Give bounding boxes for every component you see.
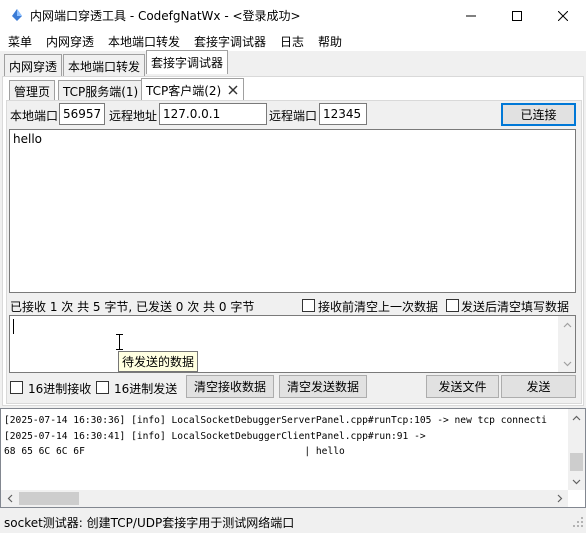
hex-receive-label: 16进制接收 xyxy=(28,382,92,396)
title-bar: 内网端口穿透工具 - CodefgNatWx - <登录成功> xyxy=(0,0,586,31)
close-icon xyxy=(558,10,568,21)
tab-manage[interactable]: 管理页 xyxy=(9,80,56,100)
maximize-button[interactable] xyxy=(494,0,540,31)
send-textarea[interactable] xyxy=(9,315,576,373)
clear-send-button[interactable]: 清空发送数据 xyxy=(279,375,367,398)
status-bar: socket测试器: 创建TCP/UDP套接字用于测试网络端口 xyxy=(0,511,586,533)
menu-item-menu[interactable]: 菜单 xyxy=(8,33,32,50)
tab-port-forward[interactable]: 本地端口转发 xyxy=(63,54,146,76)
close-button[interactable] xyxy=(540,0,586,31)
hex-receive-checkbox[interactable] xyxy=(10,381,23,394)
window-title: 内网端口穿透工具 - CodefgNatWx - <登录成功> xyxy=(30,9,301,23)
local-port-label: 本地端口 xyxy=(10,109,59,123)
status-text: socket测试器: 创建TCP/UDP套接字用于测试网络端口 xyxy=(4,516,295,530)
remote-address-label: 远程地址 xyxy=(109,109,158,123)
maximize-icon xyxy=(512,10,522,21)
hex-send-label: 16进制发送 xyxy=(114,382,178,396)
tab-intranet[interactable]: 内网穿透 xyxy=(4,54,63,76)
menu-item-socket-debugger[interactable]: 套接字调试器 xyxy=(194,33,266,50)
remote-port-field[interactable]: 12345 xyxy=(319,103,367,125)
local-port-field[interactable]: 56957 xyxy=(59,103,105,125)
clear-after-send-label: 发送后清空填写数据 xyxy=(461,300,570,314)
connect-button[interactable]: 已连接 xyxy=(501,103,576,126)
send-tooltip: 待发送的数据 xyxy=(118,351,199,372)
scroll-up-icon[interactable] xyxy=(559,316,576,333)
app-icon xyxy=(10,8,24,22)
close-tab-icon[interactable] xyxy=(228,84,238,98)
tab-tcp-client-label: TCP客户端(2) xyxy=(146,84,222,98)
scroll-up-icon[interactable] xyxy=(568,409,585,426)
resize-grip-icon[interactable] xyxy=(572,516,584,531)
menu-item-help[interactable]: 帮助 xyxy=(318,33,342,50)
receive-textarea[interactable]: hello xyxy=(9,129,576,293)
scroll-right-icon[interactable] xyxy=(551,490,568,507)
hex-send-checkbox[interactable] xyxy=(96,381,109,394)
menu-item-port-forward[interactable]: 本地端口转发 xyxy=(108,33,180,50)
log-vertical-scrollbar[interactable] xyxy=(568,409,585,490)
log-panel[interactable]: [2025-07-14 16:30:36] [info] LocalSocket… xyxy=(0,408,586,508)
log-line: 68 65 6C 6C 6F | hello xyxy=(4,446,345,457)
scroll-thumb[interactable] xyxy=(19,492,79,505)
clear-after-send-checkbox[interactable] xyxy=(446,299,459,312)
remote-address-field[interactable]: 127.0.0.1 xyxy=(159,103,267,125)
send-button[interactable]: 发送 xyxy=(501,375,576,398)
receive-content: hello xyxy=(13,132,42,146)
main-tab-bar: 内网穿透 本地端口转发 套接字调试器 xyxy=(0,50,586,76)
scroll-down-icon[interactable] xyxy=(559,355,576,372)
scroll-thumb[interactable] xyxy=(570,453,583,471)
menu-item-intranet[interactable]: 内网穿透 xyxy=(46,33,94,50)
log-line: [2025-07-14 16:30:36] [info] LocalSocket… xyxy=(4,415,547,426)
send-scrollbar[interactable] xyxy=(558,316,575,372)
tab-tcp-client[interactable]: TCP客户端(2) xyxy=(141,78,245,100)
clear-receive-button[interactable]: 清空接收数据 xyxy=(186,375,274,398)
clear-before-receive-label: 接收前清空上一次数据 xyxy=(318,300,439,314)
menu-item-log[interactable]: 日志 xyxy=(280,33,304,50)
log-horizontal-scrollbar[interactable] xyxy=(1,490,568,507)
tab-socket-debugger[interactable]: 套接字调试器 xyxy=(146,50,229,74)
menu-bar: 菜单 内网穿透 本地端口转发 套接字调试器 日志 帮助 xyxy=(0,31,586,51)
text-cursor xyxy=(13,319,14,334)
remote-port-label: 远程端口 xyxy=(269,109,318,123)
send-file-button[interactable]: 发送文件 xyxy=(426,375,499,398)
clear-before-receive-checkbox[interactable] xyxy=(302,299,315,312)
tab-tcp-server[interactable]: TCP服务端(1) xyxy=(58,80,144,100)
scroll-down-icon[interactable] xyxy=(568,473,585,490)
minimize-button[interactable] xyxy=(448,0,494,31)
log-line: [2025-07-14 16:30:41] [info] LocalSocket… xyxy=(4,431,426,442)
scroll-left-icon[interactable] xyxy=(1,490,18,507)
transfer-stats: 已接收 1 次 共 5 字节, 已发送 0 次 共 0 字节 xyxy=(10,300,255,314)
minimize-icon xyxy=(466,11,476,21)
